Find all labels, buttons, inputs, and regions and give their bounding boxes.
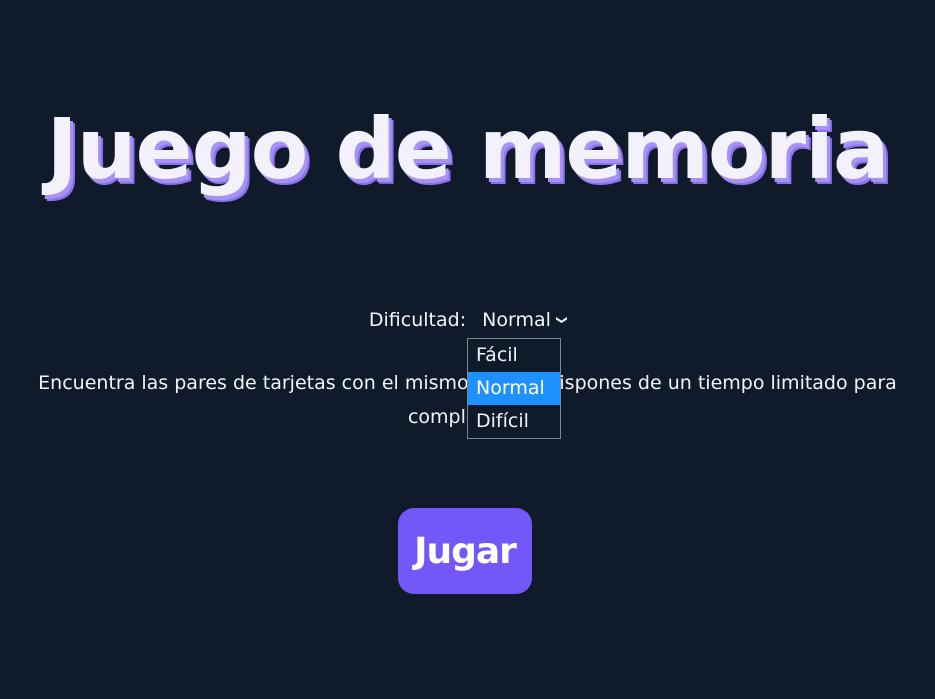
difficulty-row: Dificultad: Normal ❯ [0, 308, 935, 332]
play-button[interactable]: Jugar [398, 508, 532, 594]
difficulty-dropdown-list: Fácil Normal Difícil [467, 338, 561, 439]
chevron-down-icon: ❯ [555, 315, 569, 325]
difficulty-option-dificil[interactable]: Difícil [468, 405, 560, 438]
game-title: Juego de memoria [46, 100, 889, 198]
difficulty-option-facil[interactable]: Fácil [468, 339, 560, 372]
difficulty-selected-value: Normal [482, 309, 551, 331]
difficulty-label: Dificultad: [368, 309, 467, 331]
difficulty-option-normal[interactable]: Normal [468, 372, 560, 405]
difficulty-select[interactable]: Normal ❯ [482, 308, 568, 332]
